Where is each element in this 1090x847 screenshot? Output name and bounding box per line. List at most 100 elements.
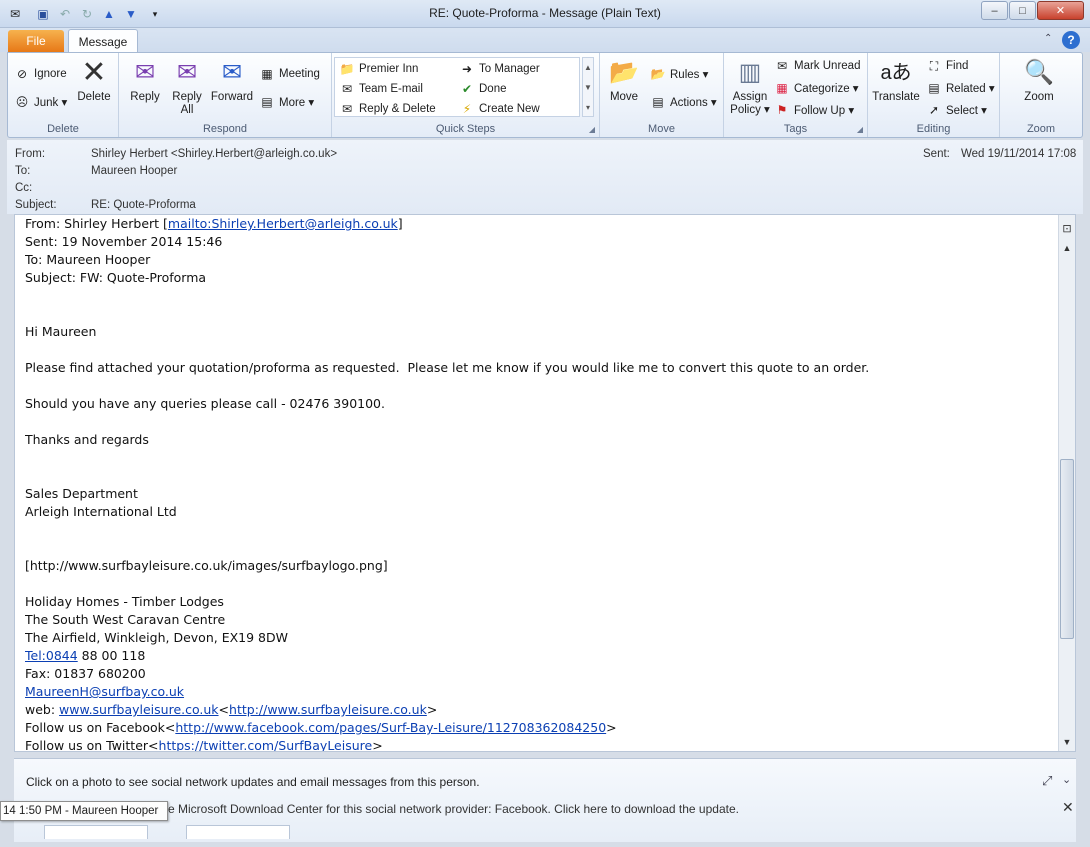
message-body[interactable]: From: Shirley Herbert [mailto:Shirley.He… [25,215,1055,751]
quickstep-premier-inn[interactable]: 📁 Premier Inn [339,60,419,78]
twitter-link[interactable]: https://twitter.com/SurfBayLeisure [159,738,373,751]
message-body-pane[interactable]: From: Shirley Herbert [mailto:Shirley.He… [14,214,1076,752]
from-value[interactable]: Shirley Herbert <Shirley.Herbert@arleigh… [91,148,337,160]
minimize-ribbon-icon[interactable]: ⌃ [1044,33,1052,44]
categorize-button[interactable]: ▦ Categorize ▾ [774,79,858,97]
reply-button[interactable]: ✉ Reply [125,57,165,104]
junk-button[interactable]: ☹ Junk ▾ [14,93,68,111]
assign-policy-button[interactable]: ▥ Assign Policy ▾ [728,57,772,117]
forward-button[interactable]: ✉ Forward [209,57,255,104]
body-line: Tel:0844 88 00 118 [25,648,146,663]
body-line: From: Shirley Herbert [mailto:Shirley.He… [25,216,403,231]
quicksteps-scroll[interactable]: ▲ ▼ ▾ [582,57,594,117]
to-label: To: [15,165,31,177]
quickstep-create-new[interactable]: ⚡ Create New [459,100,540,118]
scroll-down-icon[interactable]: ▼ [1060,735,1074,749]
vertical-scrollbar[interactable]: ⊡ ▲ ▼ [1058,215,1075,751]
forward-icon: ✉ [221,59,243,86]
ignore-icon: ⊘ [16,67,28,81]
forward-arrow-icon: ➜ [461,62,473,76]
tab-file[interactable]: File [8,30,64,52]
tab-message[interactable]: Message [68,29,138,53]
quickstep-reply-delete[interactable]: ✉ Reply & Delete [339,100,436,118]
people-tab[interactable] [186,825,290,839]
mark-unread-icon: ✉ [776,59,788,73]
body-line: Please find attached your quotation/prof… [25,360,870,375]
zoom-button[interactable]: 🔍 Zoom [1014,57,1064,104]
body-line: Subject: FW: Quote-Proforma [25,270,207,285]
move-group-label: Move [648,123,675,135]
more-icon: ▤ [261,95,273,109]
body-line: To: Maureen Hooper [25,252,151,267]
minimize-button[interactable]: – [981,1,1008,20]
select-button[interactable]: ➚ Select ▾ [926,101,987,119]
actions-button[interactable]: ▤ Actions ▾ [650,93,716,111]
translate-icon: aあ [880,62,912,84]
meeting-icon: ▦ [261,67,273,81]
ribbon-tab-row [0,28,1090,52]
zoom-group-label: Zoom [1026,123,1056,135]
flag-icon: ⚑ [776,103,788,117]
respond-group-label: Respond [202,123,248,135]
move-group: 📂 Move 📂 Rules ▾ ▤ Actions ▾ Move [600,53,724,137]
tel-link[interactable]: Tel:0844 [25,648,78,663]
mark-unread-button[interactable]: ✉ Mark Unread [774,57,861,75]
follow-up-button[interactable]: ⚑ Follow Up ▾ [774,101,855,119]
translate-button[interactable]: aあ Translate [870,57,922,104]
rules-button[interactable]: 📂 Rules ▾ [650,65,709,83]
reply-all-button[interactable]: ✉ Reply All [167,57,207,117]
tags-dialog-launcher-icon[interactable]: ◢ [857,125,863,134]
body-line: web: www.surfbayleisure.co.uk<http://www… [25,702,438,717]
split-icon[interactable]: ⊡ [1060,221,1074,235]
body-line: Fax: 01837 680200 [25,666,146,681]
cc-label: Cc: [15,182,33,194]
people-pane: Click on a photo to see social network u… [14,758,1076,842]
body-line: Holiday Homes - Timber Lodges [25,594,224,609]
cursor-icon: ➚ [928,103,940,117]
scroll-thumb[interactable] [1060,459,1074,639]
related-icon: ▤ [928,81,940,95]
folder-arrow-icon: 📁 [339,62,355,76]
more-respond-button[interactable]: ▤ More ▾ [259,93,314,111]
update-message[interactable]: e Microsoft Download Center for this soc… [168,802,739,816]
body-line: Hi Maureen [25,324,97,339]
reply-icon: ✉ [134,59,156,86]
delete-button[interactable]: ✕ Delete [74,57,114,104]
delete-group: ⊘ Ignore ☹ Junk ▾ ✕ Delete Delete [8,53,119,137]
find-button[interactable]: ⛶ Find [926,57,969,75]
collapse-pane-icon[interactable]: ⌄ [1062,773,1071,786]
quicksteps-dialog-launcher-icon[interactable]: ◢ [589,125,595,134]
maximize-button[interactable]: □ [1009,1,1036,20]
web-link-full[interactable]: http://www.surfbayleisure.co.uk [229,702,427,717]
ignore-button[interactable]: ⊘ Ignore [14,65,67,83]
quickstep-done[interactable]: ✔ Done [459,80,507,98]
meeting-button[interactable]: ▦ Meeting [259,65,320,83]
ribbon: ⊘ Ignore ☹ Junk ▾ ✕ Delete Delete ✉ Reply ✉ R… [7,52,1083,138]
email-link[interactable]: MaureenH@surfbay.co.uk [25,684,184,699]
dismiss-update-icon[interactable]: ✕ [1062,799,1074,816]
body-line: Follow us on Facebook<http://www.faceboo… [25,720,617,735]
move-button[interactable]: 📂 Move [604,57,644,104]
quickstep-to-manager[interactable]: ➜ To Manager [459,60,540,78]
categorize-icon: ▦ [776,81,788,95]
mailto-link[interactable]: mailto:Shirley.Herbert@arleigh.co.uk [168,216,398,231]
subject-label: Subject: [15,199,57,211]
scroll-up-icon[interactable]: ▲ [1060,241,1074,255]
help-icon[interactable]: ? [1062,31,1080,49]
quickstep-team-email[interactable]: ✉ Team E-mail [339,80,423,98]
web-link[interactable]: www.surfbayleisure.co.uk [59,702,219,717]
expand-pane-icon[interactable]: ⤢ [1042,773,1052,789]
close-button[interactable]: ✕ [1037,1,1084,20]
tags-group: ▥ Assign Policy ▾ ✉ Mark Unread ▦ Categorize… [724,53,868,137]
facebook-link[interactable]: http://www.facebook.com/pages/Surf-Bay-L… [175,720,606,735]
related-button[interactable]: ▤ Related ▾ [926,79,994,97]
to-value[interactable]: Maureen Hooper [91,165,177,177]
assign-policy-icon: ▥ [738,59,762,86]
people-tab[interactable] [44,825,148,839]
